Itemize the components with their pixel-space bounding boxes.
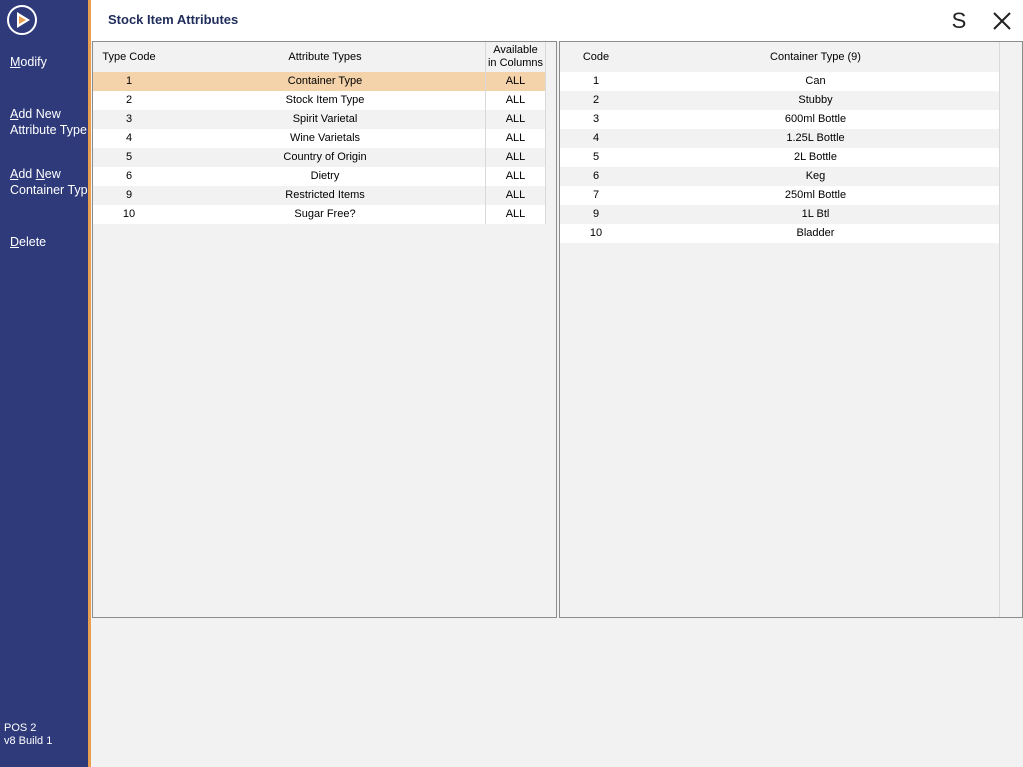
container-types-body: 1 Can 2 Stubby 3 600ml Bottle 4 1.25L Bottle 5 2L… (560, 72, 999, 243)
close-icon[interactable] (989, 8, 1015, 34)
table-row[interactable]: 5 2L Bottle (560, 148, 999, 167)
version-line-1: POS 2 (4, 722, 37, 734)
available-in-columns-cell: ALL (505, 208, 526, 220)
container-type-cell: Keg (805, 170, 826, 182)
table-row[interactable]: 9 Restricted Items ALL (93, 186, 545, 205)
attribute-type-cell: Container Type (165, 72, 486, 91)
type-code-cell: 9 (125, 189, 133, 201)
table-row[interactable]: 6 Dietry ALL (93, 167, 545, 186)
add-new-container-type-button[interactable]: Add New Container Type (10, 166, 95, 198)
available-in-columns-cell: ALL (505, 189, 526, 201)
grid-divider (999, 42, 1000, 617)
available-in-columns-cell: ALL (505, 170, 526, 182)
attribute-type-cell: Dietry (165, 167, 486, 186)
container-code-cell: 7 (592, 189, 600, 201)
sidebar: Modify Add New Attribute Type Add New Co… (0, 0, 95, 767)
s-button[interactable]: S (946, 8, 972, 34)
available-in-columns-cell: ALL (505, 113, 526, 125)
container-type-cell: Stubby (798, 94, 833, 106)
type-code-cell: 1 (125, 75, 133, 87)
type-code-cell: 3 (125, 113, 133, 125)
table-row[interactable]: 4 Wine Varietals ALL (93, 129, 545, 148)
available-in-columns-cell: ALL (505, 75, 526, 87)
container-type-cell: Can (805, 75, 826, 87)
type-code-cell: 4 (125, 132, 133, 144)
container-type-cell: 600ml Bottle (784, 113, 847, 125)
container-code-cell: 10 (589, 227, 603, 239)
container-code-cell: 1 (592, 75, 600, 87)
attribute-types-grid[interactable]: Type Code Attribute Types Available in Co… (92, 41, 557, 618)
table-row[interactable]: 1 Container Type ALL (93, 72, 545, 91)
header-container-type[interactable]: Container Type (9) (632, 42, 999, 72)
attribute-type-cell: Spirit Varietal (165, 110, 486, 129)
container-type-cell: 250ml Bottle (784, 189, 847, 201)
table-row[interactable]: 3 Spirit Varietal ALL (93, 110, 545, 129)
attribute-type-cell: Stock Item Type (165, 91, 486, 110)
available-in-columns-cell: ALL (505, 94, 526, 106)
table-row[interactable]: 10 Sugar Free? ALL (93, 205, 545, 224)
type-code-cell: 5 (125, 151, 133, 163)
container-code-cell: 9 (592, 208, 600, 220)
type-code-cell: 6 (125, 170, 133, 182)
sidebar-accent-bar (88, 0, 91, 767)
type-code-cell: 2 (125, 94, 133, 106)
attribute-type-cell: Wine Varietals (165, 129, 486, 148)
type-code-cell: 10 (122, 208, 136, 220)
version-line-2: v8 Build 1 (4, 735, 53, 747)
table-row[interactable]: 7 250ml Bottle (560, 186, 999, 205)
header-code[interactable]: Code (560, 42, 632, 72)
available-in-columns-cell: ALL (505, 132, 526, 144)
header-type-code[interactable]: Type Code (93, 42, 165, 72)
container-code-cell: 5 (592, 151, 600, 163)
attribute-types-body: 1 Container Type ALL 2 Stock Item Type ALL 3 Sp… (93, 72, 545, 224)
table-row[interactable]: 4 1.25L Bottle (560, 129, 999, 148)
attribute-type-cell: Country of Origin (165, 148, 486, 167)
delete-button[interactable]: Delete (10, 234, 46, 250)
table-row[interactable]: 6 Keg (560, 167, 999, 186)
container-type-cell: Bladder (796, 227, 835, 239)
table-row[interactable]: 2 Stock Item Type ALL (93, 91, 545, 110)
version-info: POS 2 v8 Build 1 (4, 722, 52, 748)
table-row[interactable]: 10 Bladder (560, 224, 999, 243)
app-logo-icon[interactable] (6, 4, 38, 36)
page-title: Stock Item Attributes (108, 12, 239, 27)
table-row[interactable]: 1 Can (560, 72, 999, 91)
table-row[interactable]: 9 1L Btl (560, 205, 999, 224)
container-code-cell: 2 (592, 94, 600, 106)
header-bar: Stock Item Attributes S (91, 0, 1023, 41)
add-new-attribute-type-button[interactable]: Add New Attribute Type (10, 106, 87, 138)
header-available-in-columns[interactable]: Available in Columns (486, 42, 545, 72)
attribute-type-cell: Restricted Items (165, 186, 486, 205)
grid-divider (545, 42, 546, 224)
container-code-cell: 6 (592, 170, 600, 182)
table-row[interactable]: 3 600ml Bottle (560, 110, 999, 129)
container-types-header: Code Container Type (9) (560, 42, 999, 72)
attribute-types-header: Type Code Attribute Types Available in Co… (93, 42, 545, 72)
container-types-grid[interactable]: Code Container Type (9) 1 Can 2 Stubby 3 600m… (559, 41, 1023, 618)
container-code-cell: 4 (592, 132, 600, 144)
available-in-columns-cell: ALL (505, 151, 526, 163)
container-type-cell: 1L Btl (801, 208, 830, 220)
attribute-type-cell: Sugar Free? (165, 205, 486, 224)
modify-button[interactable]: Modify (10, 54, 47, 70)
header-attribute-types[interactable]: Attribute Types (165, 42, 486, 72)
table-row[interactable]: 5 Country of Origin ALL (93, 148, 545, 167)
table-row[interactable]: 2 Stubby (560, 91, 999, 110)
container-type-cell: 2L Bottle (793, 151, 837, 163)
container-type-cell: 1.25L Bottle (786, 132, 845, 144)
container-code-cell: 3 (592, 113, 600, 125)
